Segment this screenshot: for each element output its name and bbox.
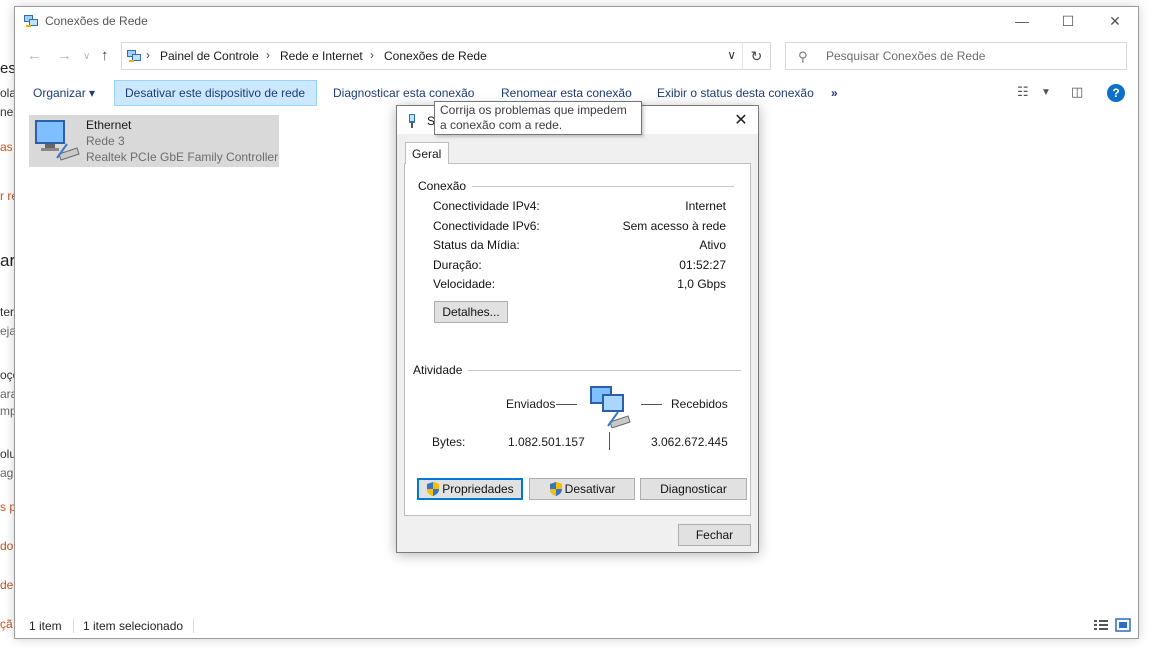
bg-link-fragment[interactable]: çã [0, 617, 13, 631]
more-commands-button[interactable]: » [821, 80, 848, 106]
status-divider [73, 619, 74, 633]
ipv4-value: Internet [685, 199, 726, 213]
media-status-label: Status da Mídia: [433, 238, 520, 252]
breadcrumb-separator-icon[interactable]: › [370, 48, 374, 62]
properties-button[interactable]: Propriedades [417, 478, 523, 500]
titlebar[interactable]: Conexões de Rede — ☐ ✕ [15, 7, 1138, 35]
general-tab-panel: Conexão Conectividade IPv4: Internet Con… [404, 163, 751, 516]
duration-value: 01:52:27 [679, 258, 726, 272]
selected-count: 1 item selecionado [83, 619, 184, 633]
minimize-button[interactable]: — [999, 7, 1045, 35]
activity-group-label: Atividade [413, 363, 469, 377]
large-icons-view-icon[interactable] [1115, 618, 1131, 632]
view-dropdown-icon[interactable]: ▼ [1041, 87, 1051, 98]
forward-arrow-icon[interactable]: → [57, 47, 72, 64]
details-view-icon[interactable] [1093, 618, 1109, 632]
refresh-icon[interactable]: ↻ [742, 43, 770, 69]
ethernet-plug-icon [409, 114, 415, 128]
status-divider [193, 619, 194, 633]
network-activity-icon [590, 386, 631, 428]
breadcrumb-network-connections[interactable]: Conexões de Rede [384, 49, 487, 63]
close-button[interactable]: ✕ [1092, 7, 1138, 35]
bytes-divider [609, 432, 610, 450]
back-arrow-icon[interactable]: ← [27, 47, 42, 64]
disable-button[interactable]: Desativar [529, 478, 635, 500]
tab-general[interactable]: Geral [405, 142, 449, 164]
window-title: Conexões de Rede [45, 14, 148, 28]
breadcrumb-network-internet[interactable]: Rede e Internet [280, 49, 363, 63]
address-dropdown-icon[interactable]: ∨ [727, 48, 736, 62]
speed-label: Velocidade: [433, 277, 496, 291]
received-dash [641, 404, 662, 405]
search-icon: ⚲ [798, 49, 808, 64]
maximize-button[interactable]: ☐ [1045, 7, 1091, 35]
search-box[interactable]: ⚲ Pesquisar Conexões de Rede [785, 42, 1127, 70]
up-arrow-icon[interactable]: ↑ [101, 47, 109, 64]
received-label: Recebidos [671, 397, 728, 411]
preview-pane-icon[interactable]: ◫ [1071, 84, 1083, 100]
ipv4-label: Conectividade IPv4: [433, 199, 540, 213]
connection-adapter: Realtek PCIe GbE Family Controller [86, 150, 279, 164]
details-button[interactable]: Detalhes... [434, 301, 508, 323]
uac-shield-icon [427, 482, 440, 496]
bytes-sent-value: 1.082.501.157 [508, 435, 585, 449]
disable-button-label: Desativar [564, 482, 616, 496]
status-bar: 1 item 1 item selecionado [15, 614, 1138, 638]
breadcrumb-separator-icon[interactable]: › [266, 48, 270, 62]
recent-chevron-icon[interactable]: ∨ [83, 51, 90, 62]
bytes-received-value: 3.062.672.445 [651, 435, 728, 449]
diagnose-tooltip: Corrija os problemas que impedem a conex… [434, 101, 642, 135]
control-panel-icon [127, 50, 141, 62]
sent-dash [556, 404, 577, 405]
diagnose-button[interactable]: Diagnosticar [640, 478, 747, 500]
speed-value: 1,0 Gbps [677, 277, 726, 291]
media-status-value: Ativo [699, 238, 726, 252]
ethernet-status-dialog: S ✕ Geral Conexão Conectividade IPv4: In… [396, 105, 759, 553]
properties-button-label: Propriedades [442, 482, 514, 496]
breadcrumb-control-panel[interactable]: Painel de Controle [160, 49, 259, 63]
network-connections-icon [24, 15, 38, 27]
bg-fragment: ter [0, 305, 15, 319]
disable-device-button[interactable]: Desativar este dispositivo de rede [114, 80, 317, 106]
breadcrumb-separator-icon[interactable]: › [146, 48, 150, 62]
ipv6-label: Conectividade IPv6: [433, 219, 540, 233]
navigation-bar: ← → ∨ ↑ › Painel de Controle › Rede e In… [15, 41, 1138, 71]
connection-group-label: Conexão [418, 179, 473, 193]
uac-shield-icon [549, 482, 562, 496]
bytes-label: Bytes: [432, 435, 466, 449]
ipv6-value: Sem acesso à rede [622, 219, 726, 233]
address-bar[interactable]: › Painel de Controle › Rede e Internet ›… [121, 42, 771, 70]
item-count: 1 item [29, 619, 62, 633]
bg-heading-fragment: ar [0, 251, 16, 270]
bg-link-fragment[interactable]: do [0, 539, 13, 553]
connection-name: Ethernet [86, 118, 132, 132]
close-dialog-button[interactable]: Fechar [678, 524, 751, 546]
dialog-close-icon[interactable]: ✕ [730, 109, 752, 131]
change-view-icon[interactable]: ☷ [1017, 84, 1029, 100]
duration-label: Duração: [433, 258, 482, 272]
connection-network: Rede 3 [86, 134, 125, 148]
ethernet-connection-item[interactable]: Ethernet Rede 3 Realtek PCIe GbE Family … [29, 115, 279, 167]
bg-link-fragment[interactable]: de [0, 578, 13, 592]
search-placeholder: Pesquisar Conexões de Rede [826, 49, 986, 63]
help-icon[interactable]: ? [1107, 84, 1125, 102]
sent-label: Enviados [506, 397, 556, 411]
organize-menu[interactable]: Organizar ▾ [23, 80, 105, 106]
view-status-button[interactable]: Exibir o status desta conexão [647, 80, 824, 106]
network-adapter-icon [35, 120, 80, 161]
